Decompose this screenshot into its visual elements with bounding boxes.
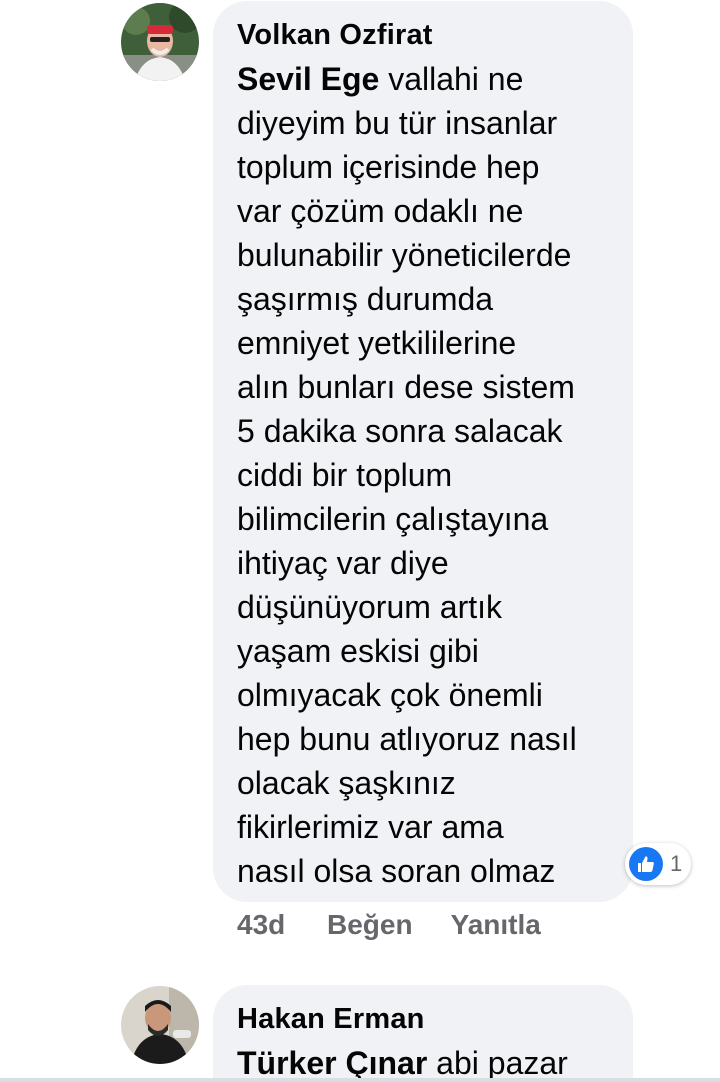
comment-line: 5 dakika sonra salacak	[237, 413, 563, 449]
comment-timestamp[interactable]: 43d	[237, 909, 327, 941]
reply-button[interactable]: Yanıtla	[451, 909, 541, 941]
comment-line: ihtiyaç var diye	[237, 545, 449, 581]
comment-text: Türker Çınar abi pazar	[237, 1041, 609, 1082]
comment-line: olmıyacak çok önemli	[237, 677, 543, 713]
comment-author[interactable]: Hakan Erman	[237, 1001, 609, 1037]
comment-author[interactable]: Volkan Ozfirat	[237, 17, 609, 53]
comment-line: yaşam eskisi gibi	[237, 633, 479, 669]
divider	[0, 1078, 720, 1082]
mention-link[interactable]: Türker Çınar	[237, 1045, 427, 1081]
reaction-summary[interactable]: 1	[625, 843, 691, 885]
comment-line: düşünüyorum artık	[237, 589, 503, 625]
comment-line: diyeyim bu tür insanlar	[237, 105, 558, 141]
like-button[interactable]: Beğen	[327, 909, 413, 941]
comment-line: abi pazar	[427, 1045, 568, 1081]
avatar[interactable]	[121, 986, 199, 1064]
comment-line: toplum içerisinde hep	[237, 149, 540, 185]
comment-line: bulunabilir yöneticilerde	[237, 237, 572, 273]
comment-line: bilimcilerin çalıştayına	[237, 501, 549, 537]
comment-line: şaşırmış durumda	[237, 281, 494, 317]
comment-bubble: Volkan Ozfirat Sevil Ege vallahi ne diye…	[213, 1, 633, 902]
reaction-count: 1	[670, 851, 683, 876]
comment-line: var çözüm odaklı ne	[237, 193, 524, 229]
thumbs-up-icon	[629, 847, 663, 881]
avatar[interactable]	[121, 3, 199, 81]
comment-line: vallahi ne	[379, 61, 524, 97]
comment-line: emniyet yetkililerine	[237, 325, 517, 361]
comment-line: alın bunları dese sistem	[237, 369, 575, 405]
comment-line: nasıl olsa soran olmaz	[237, 853, 556, 889]
comment-line: ciddi bir toplum	[237, 457, 453, 493]
mention-link[interactable]: Sevil Ege	[237, 61, 379, 97]
comment-bubble: Hakan Erman Türker Çınar abi pazar	[213, 985, 633, 1082]
comments-page: Volkan Ozfirat Sevil Ege vallahi ne diye…	[0, 0, 720, 1082]
comment-text: Sevil Ege vallahi ne diyeyim bu tür insa…	[237, 57, 609, 893]
comment-actions: 43d Beğen Yanıtla	[237, 905, 579, 945]
comment-line: fikirlerimiz var ama	[237, 809, 504, 845]
comment-line: olacak şaşkınız	[237, 765, 456, 801]
comment-line: hep bunu atlıyoruz nasıl	[237, 721, 577, 757]
